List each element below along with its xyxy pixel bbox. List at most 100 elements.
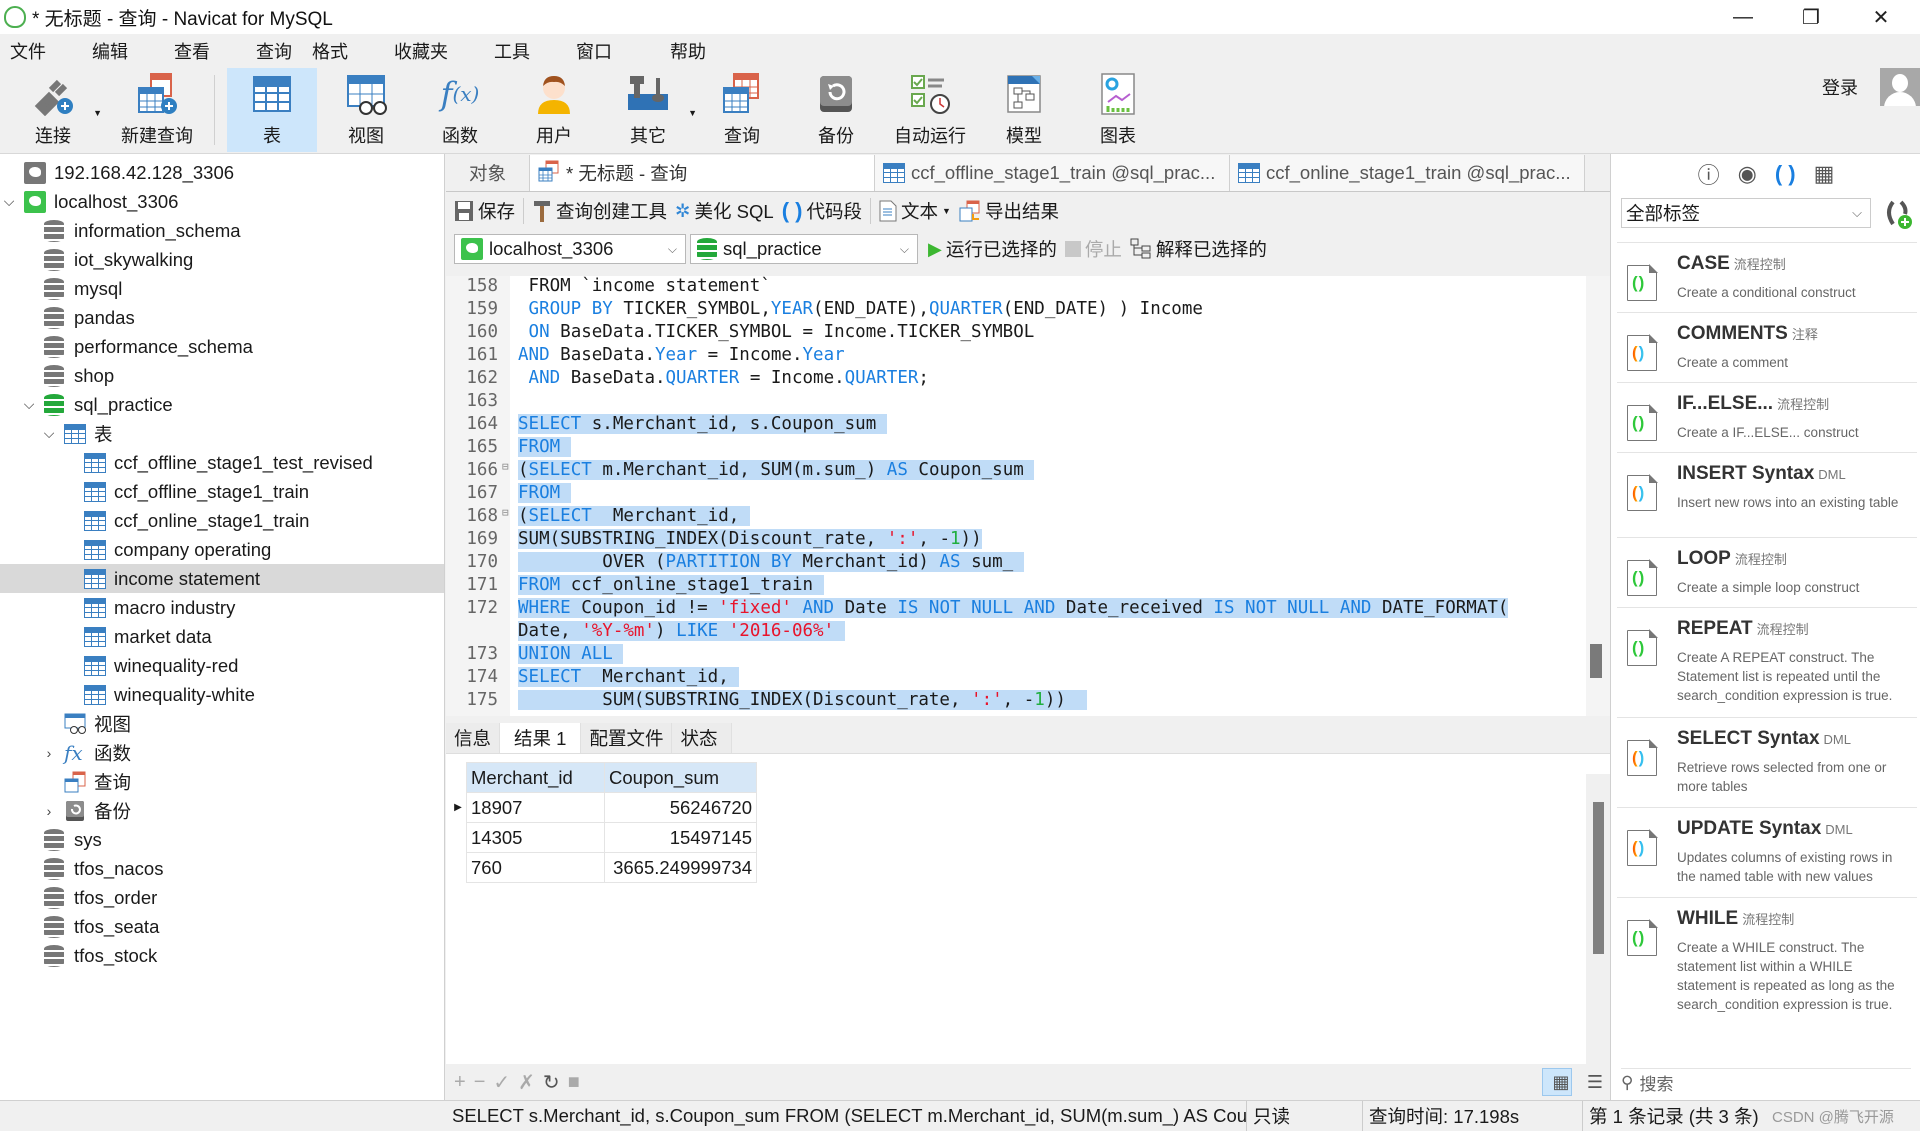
run-selected-button[interactable]: ▶ 运行已选择的 [928, 236, 1057, 262]
snippet-item[interactable]: () COMMENTS 注释 Create a comment [1617, 312, 1917, 382]
toolbar-chart-button[interactable]: 图表 [1073, 68, 1163, 152]
save-button[interactable]: 保存 [454, 198, 515, 224]
text-mode-button[interactable]: 文本 ▼ [879, 198, 951, 224]
scrollbar-thumb[interactable] [1593, 802, 1604, 954]
result-scrollbar[interactable] [1586, 774, 1610, 1064]
tab-objects[interactable]: 对象 [446, 155, 530, 191]
export-results-button[interactable]: 导出结果 [959, 198, 1059, 224]
tree-item[interactable]: company operating [0, 535, 444, 564]
eye-icon[interactable]: ◉ [1738, 161, 1757, 187]
stop-square-icon[interactable]: ■ [568, 1071, 580, 1094]
tab-profile[interactable]: 配置文件 [581, 723, 673, 753]
fold-toggle-icon[interactable]: ⊟ [502, 460, 512, 473]
dropdown-arrow-icon[interactable]: ▼ [688, 108, 697, 118]
tree-item[interactable]: 视图 [0, 709, 444, 738]
minimize-button[interactable]: — [1714, 0, 1772, 34]
cell-coupon-sum[interactable]: 15497145 [604, 822, 757, 853]
tab-result-1[interactable]: 结果 1 [500, 723, 582, 753]
tree-item[interactable]: winequality-white [0, 680, 444, 709]
tree-item[interactable]: performance_schema [0, 332, 444, 361]
menu-favorites[interactable]: 收藏夹 [384, 38, 458, 64]
sql-editor[interactable]: 158 FROM `income statement` 159 GROUP BY … [446, 276, 1610, 716]
refresh-icon[interactable]: ↻ [543, 1070, 560, 1095]
beautify-sql-button[interactable]: ✲ 美化 SQL [675, 198, 774, 224]
menu-window[interactable]: 窗口 [566, 38, 622, 64]
snippet-item[interactable]: () LOOP 流程控制 Create a simple loop construct [1617, 537, 1917, 607]
tree-item[interactable]: ccf_online_stage1_train [0, 506, 444, 535]
chevron-down-icon[interactable]: ⌵ [2, 193, 16, 210]
snippet-search-input[interactable]: ⚲ 搜索 [1621, 1068, 1911, 1096]
tree-item[interactable]: 查询 [0, 767, 444, 796]
tree-item[interactable]: › 备份 [0, 796, 444, 825]
tree-item[interactable]: income statement [0, 564, 444, 593]
code-line[interactable]: 169 SUM(SUBSTRING_INDEX(Discount_rate, ':… [446, 529, 1576, 552]
code-snippet-button[interactable]: ( ) 代码段 [782, 198, 862, 224]
tree-item[interactable]: ⌵ localhost_3306 [0, 187, 444, 216]
cell-coupon-sum[interactable]: 56246720 [604, 792, 757, 823]
grid-view-button[interactable]: ▦ [1542, 1068, 1572, 1096]
menu-format[interactable]: 格式 [302, 38, 358, 64]
tree-item[interactable]: pandas [0, 303, 444, 332]
cell-coupon-sum[interactable]: 3665.249999734 [604, 852, 757, 883]
tree-item[interactable]: iot_skywalking [0, 245, 444, 274]
cell-merchant-id[interactable]: 14305 [466, 822, 605, 853]
code-line[interactable]: 168 ⊟ (SELECT Merchant_id, [446, 506, 1576, 529]
cell-merchant-id[interactable]: 18907 [466, 792, 605, 823]
code-line[interactable]: 166 ⊟ (SELECT m.Merchant_id, SUM(m.sum_) A… [446, 460, 1576, 483]
snippet-icon[interactable]: ( ) [1775, 161, 1796, 187]
toolbar-query-button[interactable]: 查询 [697, 68, 787, 152]
grid-icon[interactable]: ▦ [1814, 161, 1835, 187]
tree-item[interactable]: ⌵ sql_practice [0, 390, 444, 419]
tree-item[interactable]: winequality-red [0, 651, 444, 680]
tag-filter-select[interactable]: 全部标签 ⌵ [1621, 198, 1871, 228]
tree-item[interactable]: 192.168.42.128_3306 [0, 158, 444, 187]
toolbar-schedule-button[interactable]: 自动运行 [885, 68, 975, 152]
code-line[interactable]: 160 ON BaseData.TICKER_SYMBOL = Income.T… [446, 322, 1576, 345]
delete-record-icon[interactable]: − [474, 1071, 486, 1094]
add-record-icon[interactable]: + [454, 1071, 466, 1094]
restore-button[interactable]: ❐ [1782, 0, 1840, 34]
explain-selected-button[interactable]: 解释已选择的 [1130, 236, 1267, 262]
tab-status[interactable]: 状态 [672, 723, 733, 753]
menu-edit[interactable]: 编辑 [82, 38, 138, 64]
chevron-right-icon[interactable]: › [42, 745, 56, 761]
code-line[interactable]: 173 UNION ALL [446, 644, 1576, 667]
code-line[interactable]: 174 SELECT Merchant_id, [446, 667, 1576, 690]
chevron-down-icon[interactable]: ⌵ [22, 396, 36, 413]
snippet-item[interactable]: () SELECT Syntax DML Retrieve rows selected… [1617, 717, 1917, 807]
code-line[interactable]: 167 FROM [446, 483, 1576, 506]
tree-item[interactable]: mysql [0, 274, 444, 303]
code-line[interactable]: 170 OVER (PARTITION BY Merchant_id) AS s… [446, 552, 1576, 575]
table-row[interactable]: 14305 15497145 [466, 822, 757, 853]
menu-tools[interactable]: 工具 [484, 38, 540, 64]
code-line[interactable]: 163 [446, 391, 1576, 414]
code-line[interactable]: 161 AND BaseData.Year = Income.Year [446, 345, 1576, 368]
code-line[interactable]: 158 FROM `income statement` [446, 276, 1576, 299]
snippet-item[interactable]: () REPEAT 流程控制 Create A REPEAT construct. T… [1617, 607, 1917, 717]
close-button[interactable]: ✕ [1852, 0, 1910, 34]
dropdown-arrow-icon[interactable]: ▼ [942, 206, 951, 216]
tree-item[interactable]: shop [0, 361, 444, 390]
column-header-coupon-sum[interactable]: Coupon_sum [604, 762, 757, 793]
code-line[interactable]: 175 SUM(SUBSTRING_INDEX(Discount_rate, '… [446, 690, 1576, 713]
column-header-merchant-id[interactable]: Merchant_id [466, 762, 605, 793]
tree-item[interactable]: ccf_offline_stage1_train [0, 477, 444, 506]
query-builder-button[interactable]: 查询创建工具 [532, 198, 667, 224]
toolbar-others-button[interactable]: 其它 ▼ [603, 68, 697, 152]
editor-scrollbar[interactable] [1586, 276, 1610, 716]
toolbar-function-button[interactable]: f (x) 函数 [415, 68, 505, 152]
tree-item[interactable]: tfos_nacos [0, 854, 444, 883]
tree-item[interactable]: tfos_seata [0, 912, 444, 941]
discard-x-icon[interactable]: ✗ [518, 1070, 535, 1095]
toolbar-model-button[interactable]: 模型 [979, 68, 1069, 152]
add-snippet-button[interactable] [1881, 198, 1915, 230]
tab-untitled-query[interactable]: * 无标题 - 查询 [530, 155, 875, 191]
tab-ccf-online-train[interactable]: ccf_online_stage1_train @sql_prac... [1230, 155, 1585, 191]
tab-info[interactable]: 信息 [446, 723, 501, 753]
tree-item[interactable]: › fx 函数 [0, 738, 444, 767]
tree-item[interactable]: ccf_offline_stage1_test_revised [0, 448, 444, 477]
table-row[interactable]: 18907 56246720 [466, 792, 757, 823]
tree-item[interactable]: tfos_stock [0, 941, 444, 970]
scrollbar-thumb[interactable] [1590, 644, 1602, 678]
snippet-item[interactable]: () UPDATE Syntax DML Updates columns of exi… [1617, 807, 1917, 897]
